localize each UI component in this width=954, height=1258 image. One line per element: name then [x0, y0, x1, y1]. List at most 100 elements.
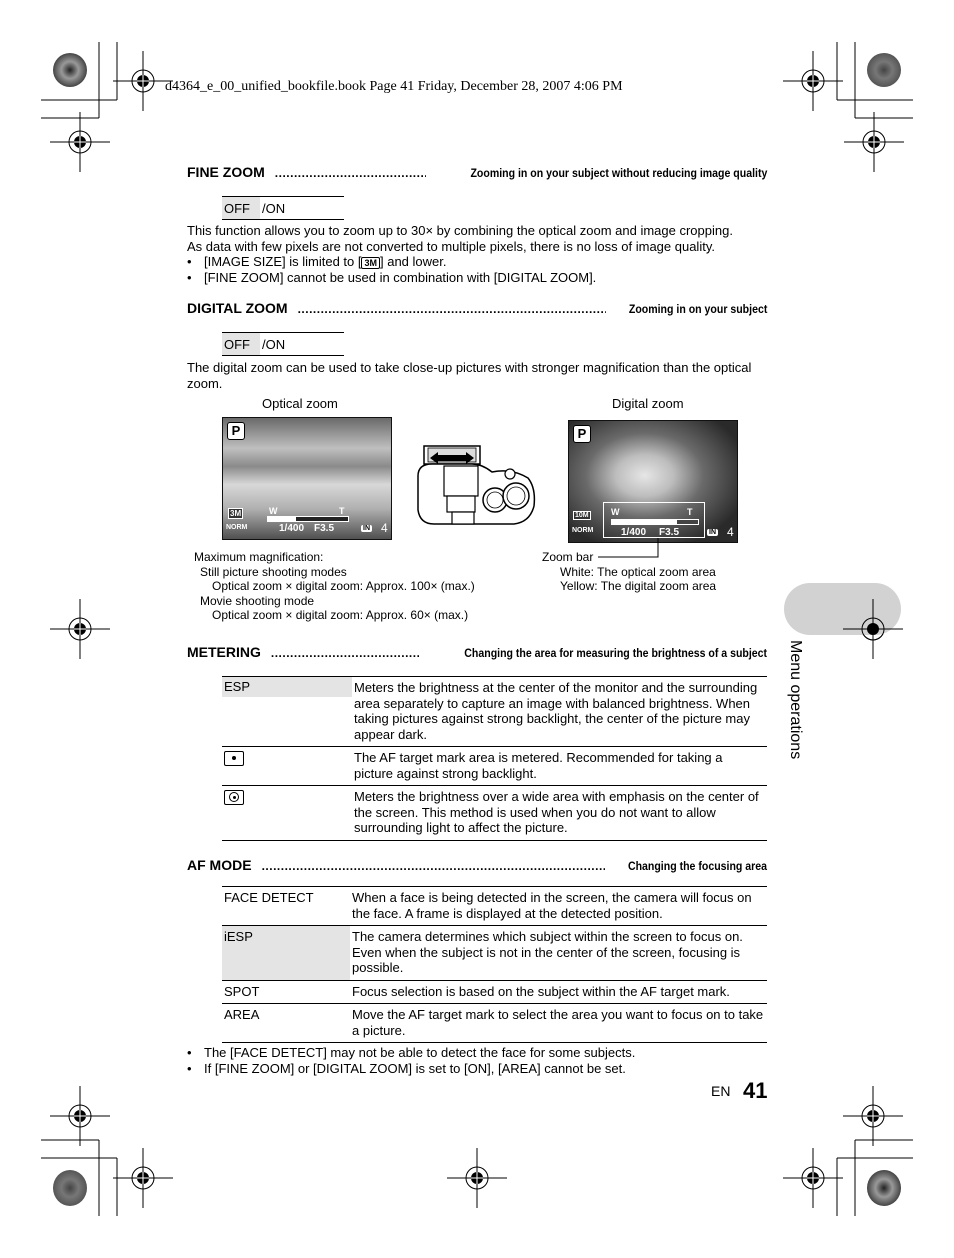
section-subtitle: Zooming in on your subject without reduc…	[470, 166, 767, 180]
registration-mark	[112, 50, 174, 112]
bullet-icon: •	[187, 1045, 192, 1060]
color-wheel-mark	[867, 1170, 901, 1206]
bullet-text: [IMAGE SIZE] is limited to [	[204, 254, 362, 269]
chapter-label: Menu operations	[787, 640, 804, 760]
zoom-t-label: T	[339, 506, 345, 516]
af-mode-key: FACE DETECT	[224, 890, 314, 905]
note-heading: Zoom bar	[542, 550, 594, 564]
af-mode-table: FACE DETECT When a face is being detecte…	[222, 886, 767, 1043]
table-row: FACE DETECT When a face is being detecte…	[222, 886, 767, 926]
page-language: EN	[711, 1083, 731, 1099]
bullet-text: If [FINE ZOOM] or [DIGITAL ZOOM] is set …	[204, 1060, 626, 1076]
zoom-bar-fill	[268, 517, 296, 521]
table-row: The AF target mark area is metered. Reco…	[222, 747, 767, 786]
bullet-text: [FINE ZOOM] cannot be used in combinatio…	[204, 269, 597, 285]
option-other: /ON	[262, 200, 286, 216]
note-line: Optical zoom × digital zoom: Approx. 100…	[212, 579, 475, 593]
section-title: AF MODE	[187, 857, 252, 873]
max-magnification-note: Maximum magnification: Still picture sho…	[194, 550, 475, 623]
note-line: Movie shooting mode	[200, 593, 315, 608]
digital-zoom-body: The digital zoom can be used to take clo…	[187, 360, 752, 391]
page-number: 41	[743, 1078, 768, 1103]
section-title: FINE ZOOM	[187, 164, 265, 180]
leader-dots: ........................................…	[270, 646, 419, 660]
shutter-speed: 1/400	[621, 527, 647, 538]
digital-zoom-options: OFF /ON	[222, 332, 344, 356]
shots-remaining: 4	[381, 521, 388, 535]
bullet-item: • The [FACE DETECT] may not be able to d…	[187, 1045, 767, 1061]
image-size-icon: 10M	[573, 511, 591, 520]
bullet-item: • If [FINE ZOOM] or [DIGITAL ZOOM] is se…	[187, 1061, 767, 1077]
internal-memory-icon: IN	[707, 529, 718, 536]
section-subtitle: Zooming in on your subject	[628, 302, 767, 316]
table-row: iESP The camera determines which subject…	[222, 925, 767, 980]
registration-mark	[843, 111, 905, 173]
af-mode-desc: Focus selection is based on the subject …	[352, 983, 730, 999]
leader-dots: ........................................…	[261, 859, 605, 873]
registration-mark	[446, 1147, 508, 1209]
shots-remaining: 4	[727, 525, 734, 539]
bullet-item: • [IMAGE SIZE] is limited to [3M] and lo…	[187, 254, 767, 270]
registration-mark	[49, 1085, 111, 1147]
bullet-icon: •	[187, 269, 192, 285]
note-heading: Maximum magnification:	[194, 550, 324, 564]
aperture-value: F3.5	[659, 527, 680, 538]
registration-mark	[112, 1147, 174, 1209]
af-mode-desc: Move the AF target mark to select the ar…	[352, 1007, 764, 1038]
color-wheel-mark	[867, 53, 901, 87]
color-wheel-mark	[53, 53, 87, 87]
section-subtitle: Changing the area for measuring the brig…	[464, 646, 767, 660]
table-row: Meters the brightness over a wide area w…	[222, 786, 767, 840]
digital-zoom-screen: P 10M W T NORM 1/400 F3.5 IN 4	[568, 420, 738, 543]
metering-desc: The AF target mark area is metered. Reco…	[354, 750, 723, 781]
metering-table: ESP Meters the brightness at the center …	[222, 676, 767, 841]
image-size-3m-icon: 3M	[361, 256, 380, 269]
camera-top-illustration	[417, 445, 536, 525]
section-subtitle: Changing the focusing area	[627, 859, 767, 873]
zoom-bar-note: Zoom bar White: The optical zoom area Ye…	[542, 550, 716, 594]
note-line: Yellow: The digital zoom area	[560, 579, 717, 593]
af-mode-key: SPOT	[224, 983, 260, 999]
metering-desc: Meters the brightness at the center of t…	[354, 680, 758, 742]
registration-mark	[49, 111, 111, 173]
registration-mark	[843, 599, 903, 659]
paragraph-line: This function allows you to zoom up to 3…	[187, 223, 733, 238]
section-title: METERING	[187, 644, 261, 660]
aperture-value: F3.5	[314, 523, 335, 534]
optical-zoom-caption: Optical zoom	[262, 396, 338, 411]
leader-dots: ........................................…	[297, 302, 606, 316]
section-title: DIGITAL ZOOM	[187, 300, 288, 316]
af-mode-desc: When a face is being detected in the scr…	[352, 890, 752, 921]
note-line: White: The optical zoom area	[560, 564, 716, 579]
zoom-bar	[611, 519, 699, 525]
table-row: AREA Move the AF target mark to select t…	[222, 1004, 767, 1043]
image-size-icon: 3M	[228, 508, 244, 519]
af-mode-key: iESP	[222, 925, 350, 980]
af-mode-notes: • The [FACE DETECT] may not be able to d…	[187, 1045, 767, 1076]
registration-mark	[842, 1085, 904, 1147]
digital-zoom-heading: DIGITAL ZOOM ...........................…	[187, 300, 767, 316]
bullet-icon: •	[187, 1060, 192, 1076]
bullet-text: ] and lower.	[380, 254, 447, 269]
metering-desc: Meters the brightness over a wide area w…	[354, 789, 759, 835]
metering-key: ESP	[222, 677, 352, 747]
registration-mark	[49, 598, 111, 660]
fine-zoom-heading: FINE ZOOM ..............................…	[187, 164, 767, 180]
leader-dots: ........................................…	[274, 166, 426, 180]
registration-mark	[782, 1147, 844, 1209]
center-weighted-icon	[224, 790, 244, 806]
metering-heading: METERING ...............................…	[187, 644, 767, 660]
fine-zoom-options: OFF /ON	[222, 196, 344, 220]
paragraph-line: As data with few pixels are not converte…	[187, 238, 715, 254]
option-selected: OFF	[222, 197, 260, 219]
shutter-speed: 1/400	[279, 523, 305, 534]
fine-zoom-body: This function allows you to zoom up to 3…	[187, 223, 767, 285]
note-line: Optical zoom × digital zoom: Approx. 60×…	[212, 608, 469, 622]
table-row: ESP Meters the brightness at the center …	[222, 676, 767, 747]
zoom-bar-fill	[612, 520, 677, 524]
option-other: /ON	[262, 336, 286, 352]
table-row: SPOT Focus selection is based on the sub…	[222, 980, 767, 1004]
af-mode-desc: The camera determines which subject with…	[352, 929, 743, 975]
optical-zoom-screen: P 3M W T NORM 1/400 F3.5 IN 4	[222, 417, 392, 540]
program-mode-icon: P	[227, 422, 245, 440]
